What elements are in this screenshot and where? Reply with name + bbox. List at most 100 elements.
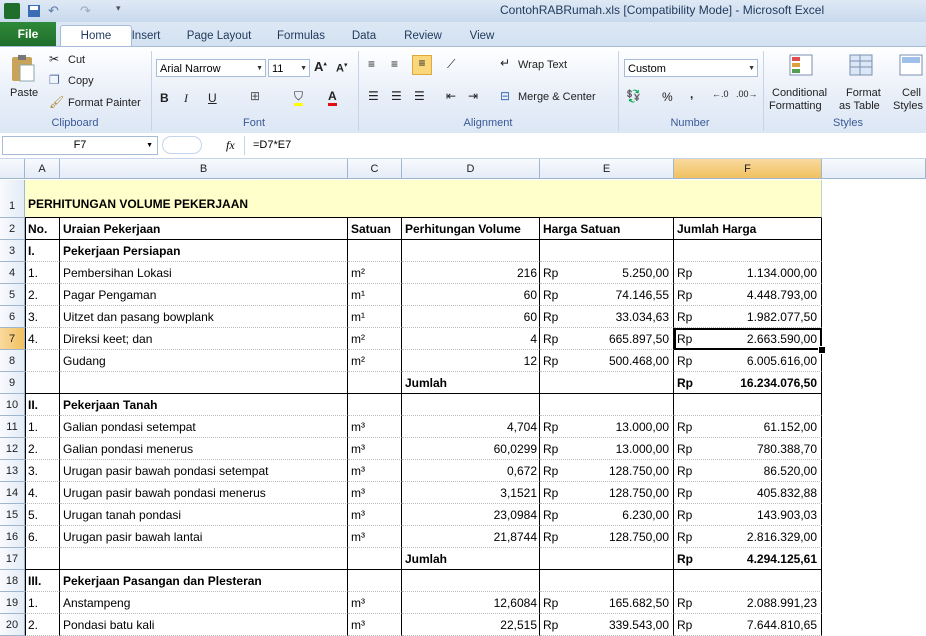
undo-icon[interactable]: ↶: [48, 3, 64, 19]
copy-icon[interactable]: ❐: [49, 73, 60, 87]
redo-icon[interactable]: ↷: [80, 3, 96, 19]
cell-uraian: Pagar Pengaman: [63, 288, 157, 302]
row-header-1[interactable]: 1: [0, 180, 25, 218]
copy-button[interactable]: Copy: [68, 75, 94, 87]
tab-home[interactable]: Home: [60, 25, 132, 47]
column-header-d[interactable]: D: [402, 159, 540, 179]
format-as-table-label[interactable]: Format: [846, 87, 881, 99]
conditional-formatting-label-2[interactable]: Formatting: [769, 100, 822, 112]
cell-styles-label-2[interactable]: Styles: [893, 100, 923, 112]
conditional-formatting-icon[interactable]: [788, 53, 816, 79]
format-painter-icon[interactable]: 🖌: [49, 95, 64, 109]
save-icon[interactable]: [26, 3, 42, 19]
align-left-icon[interactable]: ☰: [368, 89, 379, 103]
fill-color-icon[interactable]: ⛉: [294, 89, 304, 106]
grid-cell[interactable]: [674, 180, 822, 218]
increase-decimal-icon[interactable]: ←.0: [712, 89, 729, 99]
row-header-2[interactable]: 2: [0, 218, 25, 240]
row-header-19[interactable]: 19: [0, 592, 25, 614]
cell-styles-label[interactable]: Cell: [902, 87, 921, 99]
align-bottom-icon[interactable]: ≡: [412, 55, 432, 75]
cell-jumlah-harga: 780.388,70: [756, 442, 817, 456]
merge-center-icon[interactable]: ⊟: [500, 89, 510, 103]
tab-file[interactable]: File: [0, 22, 56, 46]
row-header-3[interactable]: 3: [0, 240, 25, 262]
scissors-icon[interactable]: ✂: [49, 52, 59, 66]
row-header-14[interactable]: 14: [0, 482, 25, 504]
align-center-icon[interactable]: ☰: [391, 89, 402, 103]
cell-no: 2.: [28, 288, 39, 302]
cut-button[interactable]: Cut: [68, 54, 85, 66]
format-painter-button[interactable]: Format Painter: [68, 97, 141, 109]
row-header-18[interactable]: 18: [0, 570, 25, 592]
row-header-16[interactable]: 16: [0, 526, 25, 548]
row-header-13[interactable]: 13: [0, 460, 25, 482]
tab-review[interactable]: Review: [400, 26, 446, 46]
row-header-7[interactable]: 7: [0, 328, 25, 350]
format-as-table-label-2[interactable]: as Table: [839, 100, 880, 112]
align-middle-icon[interactable]: ≡: [391, 57, 398, 71]
number-format-combo[interactable]: Custom ▼: [624, 59, 758, 77]
wrap-text-icon[interactable]: ↵: [500, 56, 510, 70]
italic-button[interactable]: I: [184, 91, 188, 106]
cell-volume: Jumlah: [405, 552, 448, 566]
row-header-12[interactable]: 12: [0, 438, 25, 460]
row-header-5[interactable]: 5: [0, 284, 25, 306]
wrap-text-button[interactable]: Wrap Text: [518, 59, 567, 71]
cell-harga-satuan: 665.897,50: [608, 332, 669, 346]
grow-font-icon[interactable]: A▴: [314, 59, 327, 74]
bold-button[interactable]: B: [160, 91, 169, 105]
orientation-icon[interactable]: ⟋: [447, 57, 455, 72]
row-header-15[interactable]: 15: [0, 504, 25, 526]
select-all-corner[interactable]: [0, 159, 25, 179]
shrink-font-icon[interactable]: A▾: [336, 61, 347, 75]
cell-harga-satuan: 165.682,50: [608, 596, 669, 610]
insert-function-button[interactable]: fx: [226, 138, 235, 153]
sheet-title: PERHITUNGAN VOLUME PEKERJAAN: [28, 197, 249, 211]
tab-page-layout[interactable]: Page Layout: [184, 26, 254, 46]
increase-indent-icon[interactable]: ⇥: [468, 89, 478, 103]
row-header-11[interactable]: 11: [0, 416, 25, 438]
decrease-indent-icon[interactable]: ⇤: [446, 89, 456, 103]
tab-view[interactable]: View: [464, 26, 500, 46]
percent-button[interactable]: %: [662, 90, 673, 104]
tab-insert[interactable]: Insert: [128, 26, 164, 46]
row-header-6[interactable]: 6: [0, 306, 25, 328]
column-header-b[interactable]: B: [60, 159, 348, 179]
active-cell-f7[interactable]: [674, 328, 822, 350]
name-box[interactable]: F7 ▼: [2, 136, 158, 155]
column-header-a[interactable]: A: [25, 159, 60, 179]
conditional-formatting-label[interactable]: Conditional: [772, 87, 827, 99]
column-header-c[interactable]: C: [348, 159, 402, 179]
align-top-icon[interactable]: ≡: [368, 57, 375, 71]
row-header-10[interactable]: 10: [0, 394, 25, 416]
format-as-table-icon[interactable]: [848, 53, 876, 79]
cell-styles-icon[interactable]: [898, 53, 926, 79]
merge-center-button[interactable]: Merge & Center: [518, 91, 596, 103]
borders-icon[interactable]: ⊞: [250, 89, 260, 103]
row-header-4[interactable]: 4: [0, 262, 25, 284]
grid-cell[interactable]: [540, 180, 674, 218]
font-size-combo[interactable]: 11 ▼: [268, 59, 310, 77]
row-header-20[interactable]: 20: [0, 614, 25, 636]
font-color-icon[interactable]: A: [328, 89, 337, 106]
font-name-combo[interactable]: Arial Narrow ▼: [156, 59, 266, 77]
underline-button[interactable]: U: [208, 91, 217, 105]
column-header-f[interactable]: F: [674, 159, 822, 179]
customize-toolbar-icon[interactable]: ▾: [116, 3, 132, 19]
column-header-e[interactable]: E: [540, 159, 674, 179]
tab-data[interactable]: Data: [348, 26, 380, 46]
comma-button[interactable]: ,: [690, 87, 693, 101]
row-header-8[interactable]: 8: [0, 350, 25, 372]
formula-input[interactable]: =D7*E7: [244, 136, 924, 155]
tab-formulas[interactable]: Formulas: [274, 26, 328, 46]
align-right-icon[interactable]: ☰: [414, 89, 425, 103]
paste-icon[interactable]: [8, 53, 38, 85]
decrease-decimal-icon[interactable]: .00→: [736, 89, 758, 99]
fill-handle[interactable]: [818, 346, 826, 354]
spreadsheet-grid[interactable]: A B C D E F 1 PERHITUNGAN VOLUME PEKERJAAN 2 No. U…: [0, 159, 926, 636]
paste-button[interactable]: Paste: [10, 87, 38, 99]
row-header-9[interactable]: 9: [0, 372, 25, 394]
row-header-17[interactable]: 17: [0, 548, 25, 570]
currency-icon[interactable]: 💱: [626, 89, 641, 103]
